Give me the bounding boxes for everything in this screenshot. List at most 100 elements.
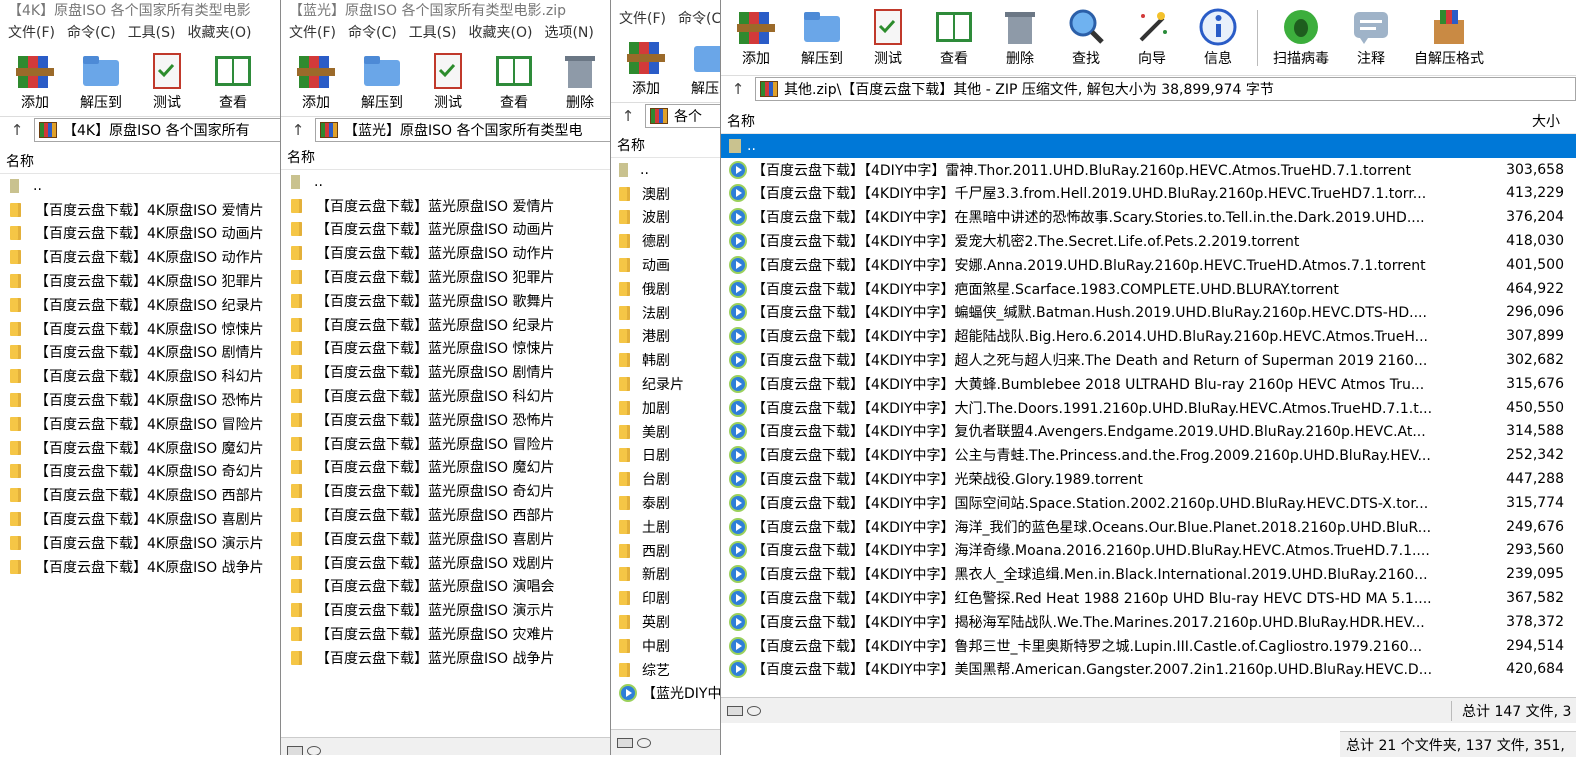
delete-button[interactable]: 删除 (987, 6, 1053, 72)
path-field[interactable]: 【蓝光】原盘ISO 各个国家所有类型电 (315, 117, 620, 142)
folder-row[interactable]: 【百度云盘下载】蓝光原盘ISO 喜剧片 (281, 527, 620, 551)
extract-button[interactable]: 解压到 (68, 50, 134, 116)
extract-button[interactable]: 解压到 (789, 6, 855, 72)
view-button[interactable]: 查看 (481, 50, 547, 116)
file-row[interactable]: 【百度云盘下载】【4KDIY中字】公主与青蛙.The.Princess.and.… (721, 443, 1576, 467)
scan-virus-button[interactable]: 扫描病毒 (1264, 6, 1338, 72)
folder-row[interactable]: 【百度云盘下载】4K原盘ISO 爱情片 (0, 198, 300, 222)
column-header-name[interactable]: 名称 (0, 150, 300, 174)
menu-command[interactable]: 命令(C) (342, 22, 403, 44)
folder-row[interactable]: 【百度云盘下载】蓝光原盘ISO 科幻片 (281, 384, 620, 408)
parent-folder-row[interactable]: .. (0, 174, 300, 198)
folder-row[interactable]: 【百度云盘下载】蓝光原盘ISO 戏剧片 (281, 551, 620, 575)
up-arrow-icon[interactable]: ↑ (611, 107, 645, 125)
path-field[interactable]: 【4K】原盘ISO 各个国家所有 (34, 117, 300, 142)
file-row[interactable]: 【百度云盘下载】【4KDIY中字】千尸屋3.3.from.Hell.2019.U… (721, 182, 1576, 206)
test-button[interactable]: 测试 (855, 6, 921, 72)
info-button[interactable]: 信息 (1185, 6, 1251, 72)
folder-row[interactable]: 【百度云盘下载】蓝光原盘ISO 惊悚片 (281, 337, 620, 361)
file-row[interactable]: 【百度云盘下载】【4KDIY中字】疤面煞星.Scarface.1983.COMP… (721, 277, 1576, 301)
column-header-name[interactable]: 名称 (727, 110, 755, 133)
file-row[interactable]: 【百度云盘下载】【4KDIY中字】大黄蜂.Bumblebee 2018 ULTR… (721, 372, 1576, 396)
file-row[interactable]: 【百度云盘下载】【4KDIY中字】红色警探.Red Heat 1988 2160… (721, 586, 1576, 610)
file-row[interactable]: 【百度云盘下载】【4KDIY中字】国际空间站.Space.Station.200… (721, 491, 1576, 515)
column-header-name[interactable]: 名称 (281, 146, 620, 170)
folder-row[interactable]: 【百度云盘下载】4K原盘ISO 动作片 (0, 245, 300, 269)
file-row[interactable]: 【百度云盘下载】【4KDIY中字】在黑暗中讲述的恐怖故事.Scary.Stori… (721, 205, 1576, 229)
menu-file[interactable]: 文件(F) (283, 22, 342, 44)
add-button[interactable]: 添加 (2, 50, 68, 116)
file-row[interactable]: 【百度云盘下载】【4KDIY中字】光荣战役.Glory.1989.torrent… (721, 467, 1576, 491)
folder-row[interactable]: 【百度云盘下载】4K原盘ISO 冒险片 (0, 412, 300, 436)
test-button[interactable]: 测试 (415, 50, 481, 116)
winrar-window-other[interactable]: 添加 解压到 测试 查看 删除 查找 向导 信息 扫描病毒 注释 自解压格式 ↑… (720, 0, 1576, 755)
file-row[interactable]: 【百度云盘下载】【4KDIY中字】揭秘海军陆战队.We.The.Marines.… (721, 610, 1576, 634)
folder-row[interactable]: 【百度云盘下载】蓝光原盘ISO 动画片 (281, 218, 620, 242)
sfx-button[interactable]: 自解压格式 (1404, 6, 1494, 72)
winrar-window-bluray[interactable]: 【蓝光】原盘ISO 各个国家所有类型电影.zip 文件(F) 命令(C) 工具(… (280, 0, 620, 755)
file-row[interactable]: 【百度云盘下载】【4KDIY中字】海洋奇缘.Moana.2016.2160p.U… (721, 539, 1576, 563)
folder-row[interactable]: 【百度云盘下载】4K原盘ISO 战争片 (0, 555, 300, 579)
file-row[interactable]: 【百度云盘下载】【4KDIY中字】超人之死与超人归来.The Death and… (721, 348, 1576, 372)
path-field[interactable]: 其他.zip\【百度云盘下载】其他 - ZIP 压缩文件, 解包大小为 38,8… (755, 76, 1576, 101)
file-row[interactable]: 【百度云盘下载】【4KDIY中字】大门.The.Doors.1991.2160p… (721, 396, 1576, 420)
menu-tools[interactable]: 工具(S) (403, 22, 463, 44)
folder-row[interactable]: 【百度云盘下载】蓝光原盘ISO 恐怖片 (281, 408, 620, 432)
folder-row[interactable]: 【百度云盘下载】蓝光原盘ISO 剧情片 (281, 360, 620, 384)
view-button[interactable]: 查看 (200, 50, 266, 116)
folder-row[interactable]: 【百度云盘下载】4K原盘ISO 演示片 (0, 531, 300, 555)
file-row[interactable]: 【百度云盘下载】【4KDIY中字】超能陆战队.Big.Hero.6.2014.U… (721, 324, 1576, 348)
file-row[interactable]: 【百度云盘下载】【4KDIY中字】蝙蝠侠_缄默.Batman.Hush.2019… (721, 301, 1576, 325)
find-button[interactable]: 查找 (1053, 6, 1119, 72)
file-row[interactable]: 【百度云盘下载】【4KDIY中字】海洋_我们的蓝色星球.Oceans.Our.B… (721, 515, 1576, 539)
menu-command[interactable]: 命令(C) (61, 22, 122, 44)
folder-row[interactable]: 【百度云盘下载】蓝光原盘ISO 纪录片 (281, 313, 620, 337)
menu-tools[interactable]: 工具(S) (122, 22, 182, 44)
folder-row[interactable]: 【百度云盘下载】4K原盘ISO 剧情片 (0, 341, 300, 365)
add-button[interactable]: 添加 (283, 50, 349, 116)
folder-row[interactable]: 【百度云盘下载】4K原盘ISO 科幻片 (0, 364, 300, 388)
test-button[interactable]: 测试 (134, 50, 200, 116)
folder-row[interactable]: 【百度云盘下载】蓝光原盘ISO 灾难片 (281, 622, 620, 646)
folder-row[interactable]: 【百度云盘下载】蓝光原盘ISO 演唱会 (281, 575, 620, 599)
file-row[interactable]: 【百度云盘下载】【4KDIY中字】美国黑帮.American.Gangster.… (721, 658, 1576, 682)
up-arrow-icon[interactable]: ↑ (281, 121, 315, 139)
parent-folder-row[interactable]: .. (281, 170, 620, 194)
folder-row[interactable]: 【百度云盘下载】蓝光原盘ISO 西部片 (281, 503, 620, 527)
folder-row[interactable]: 【百度云盘下载】4K原盘ISO 犯罪片 (0, 269, 300, 293)
menu-file[interactable]: 文件(F) (613, 8, 672, 30)
menu-favorites[interactable]: 收藏夹(O) (463, 22, 539, 44)
folder-row[interactable]: 【百度云盘下载】蓝光原盘ISO 冒险片 (281, 432, 620, 456)
up-arrow-icon[interactable]: ↑ (0, 121, 34, 139)
folder-row[interactable]: 【百度云盘下载】4K原盘ISO 纪录片 (0, 293, 300, 317)
folder-row[interactable]: 【百度云盘下载】4K原盘ISO 喜剧片 (0, 507, 300, 531)
file-row[interactable]: 【百度云盘下载】【4KDIY中字】鲁邦三世_卡里奥斯特罗之城.Lupin.III… (721, 634, 1576, 658)
extract-button[interactable]: 解压到 (349, 50, 415, 116)
folder-row[interactable]: 【百度云盘下载】蓝光原盘ISO 魔幻片 (281, 456, 620, 480)
winrar-window-4k[interactable]: 【4K】原盘ISO 各个国家所有类型电影 文件(F) 命令(C) 工具(S) 收… (0, 0, 300, 755)
folder-row[interactable]: 【百度云盘下载】蓝光原盘ISO 歌舞片 (281, 289, 620, 313)
add-button[interactable]: 添加 (723, 6, 789, 72)
folder-row[interactable]: 【百度云盘下载】4K原盘ISO 魔幻片 (0, 436, 300, 460)
folder-row[interactable]: 【百度云盘下载】蓝光原盘ISO 演示片 (281, 598, 620, 622)
folder-row[interactable]: 【百度云盘下载】蓝光原盘ISO 爱情片 (281, 194, 620, 218)
comment-button[interactable]: 注释 (1338, 6, 1404, 72)
file-row[interactable]: 【百度云盘下载】【4KDIY中字】安娜.Anna.2019.UHD.BluRay… (721, 253, 1576, 277)
folder-row[interactable]: 【百度云盘下载】4K原盘ISO 惊悚片 (0, 317, 300, 341)
add-button[interactable]: 添加 (613, 36, 679, 102)
menu-favorites[interactable]: 收藏夹(O) (182, 22, 258, 44)
file-row[interactable]: 【百度云盘下载】【4KDIY中字】爱宠大机密2.The.Secret.Life.… (721, 229, 1576, 253)
file-row[interactable]: 【百度云盘下载】【4KDIY中字】复仇者联盟4.Avengers.Endgame… (721, 420, 1576, 444)
column-header-size[interactable]: 大小 (1532, 110, 1560, 133)
folder-row[interactable]: 【百度云盘下载】4K原盘ISO 奇幻片 (0, 460, 300, 484)
folder-row[interactable]: 【百度云盘下载】蓝光原盘ISO 犯罪片 (281, 265, 620, 289)
parent-folder-row[interactable]: .. (721, 134, 1576, 158)
menu-file[interactable]: 文件(F) (2, 22, 61, 44)
folder-row[interactable]: 【百度云盘下载】蓝光原盘ISO 战争片 (281, 646, 620, 670)
delete-button[interactable]: 删除 (547, 50, 613, 116)
folder-row[interactable]: 【百度云盘下载】4K原盘ISO 动画片 (0, 222, 300, 246)
folder-row[interactable]: 【百度云盘下载】4K原盘ISO 西部片 (0, 483, 300, 507)
folder-row[interactable]: 【百度云盘下载】4K原盘ISO 恐怖片 (0, 388, 300, 412)
view-button[interactable]: 查看 (921, 6, 987, 72)
file-row[interactable]: 【百度云盘下载】【4DIY中字】雷神.Thor.2011.UHD.BluRay.… (721, 158, 1576, 182)
